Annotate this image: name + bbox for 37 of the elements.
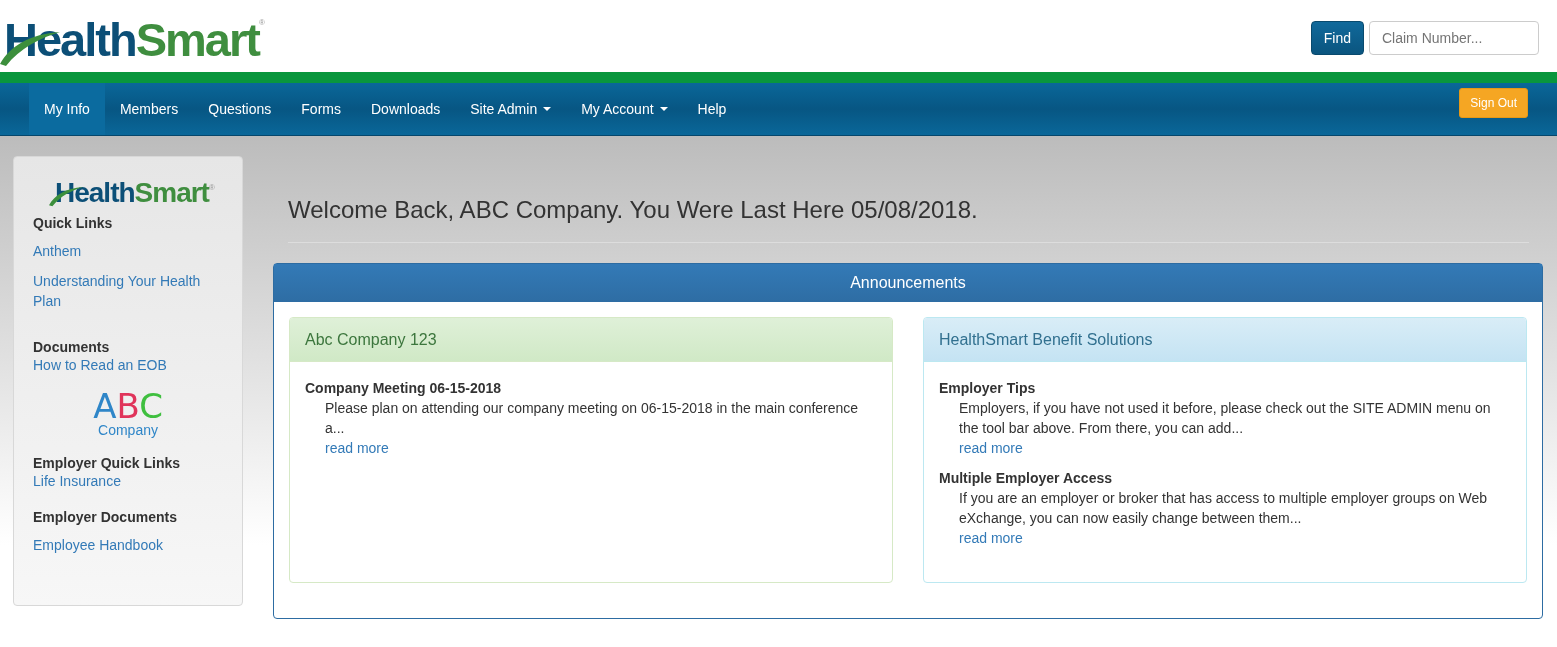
announcement-title: Multiple Employer Access [939,469,1113,488]
sidebar-link[interactable]: How to Read an EOB [33,355,167,375]
nav-tab[interactable]: Downloads [356,83,456,135]
claim-number-field[interactable]: Claim Number... [1369,21,1539,55]
card-title: HealthSmart Benefit Solutions [924,318,1526,362]
find-button[interactable]: Find [1310,21,1364,55]
section-heading: Documents [33,339,110,355]
healthsmart-logo: HealthSmart$^{®}$ [0,11,265,67]
section-heading: Employer Quick Links [33,455,181,471]
announcement-text: Please plan on attending our company meeting on 06-15-2018 in the main conference a... [325,400,859,436]
nav-tab[interactable]: Questions [193,83,287,135]
card-title: Abc Company 123 [290,318,892,362]
nav-tab[interactable]: My Info [29,83,105,135]
read-more-link[interactable]: read more [305,438,389,458]
announcement-text: If you are an employer or broker that has access to multiple employer groups on Web eXchange, you can now easily change between them... [959,490,1488,526]
announcement-text: Employers, if you have not used it before, please check out the SITE ADMIN menu on the tool bar above. From there, you can add... [959,400,1491,436]
caret-icon [543,107,552,111]
section-heading: Quick Links [33,215,113,231]
announcement-title: Company Meeting 06-15-2018 [305,379,503,398]
nav-tab[interactable]: Help [682,83,742,135]
sidebar-link[interactable]: Anthem [33,241,82,261]
nav-tab[interactable]: Site Admin [455,83,567,135]
nav-tab[interactable]: Forms [286,83,356,135]
welcome-heading: Welcome Back, ABC Company. You Were Last Here 05/08/2018. [288,196,1529,243]
sidebar-link[interactable]: Employee Handbook [33,535,163,555]
announcement-title: Employer Tips [939,379,1037,398]
nav-tab[interactable]: Members [104,83,194,135]
panel-title: Announcements [274,264,1542,302]
read-more-link[interactable]: read more [939,438,1023,458]
nav-tab[interactable]: My Account [566,83,683,135]
sidebar-link[interactable]: Understanding Your Health Plan [33,271,223,311]
healthsmart-logo: HealthSmart$^{®}$ [51,177,215,209]
read-more-link[interactable]: read more [939,528,1023,548]
company-logo: ABC Company [93,389,163,437]
sidebar-link[interactable]: Life Insurance [33,471,121,491]
section-heading: Employer Documents [33,509,177,525]
caret-icon [659,107,668,111]
